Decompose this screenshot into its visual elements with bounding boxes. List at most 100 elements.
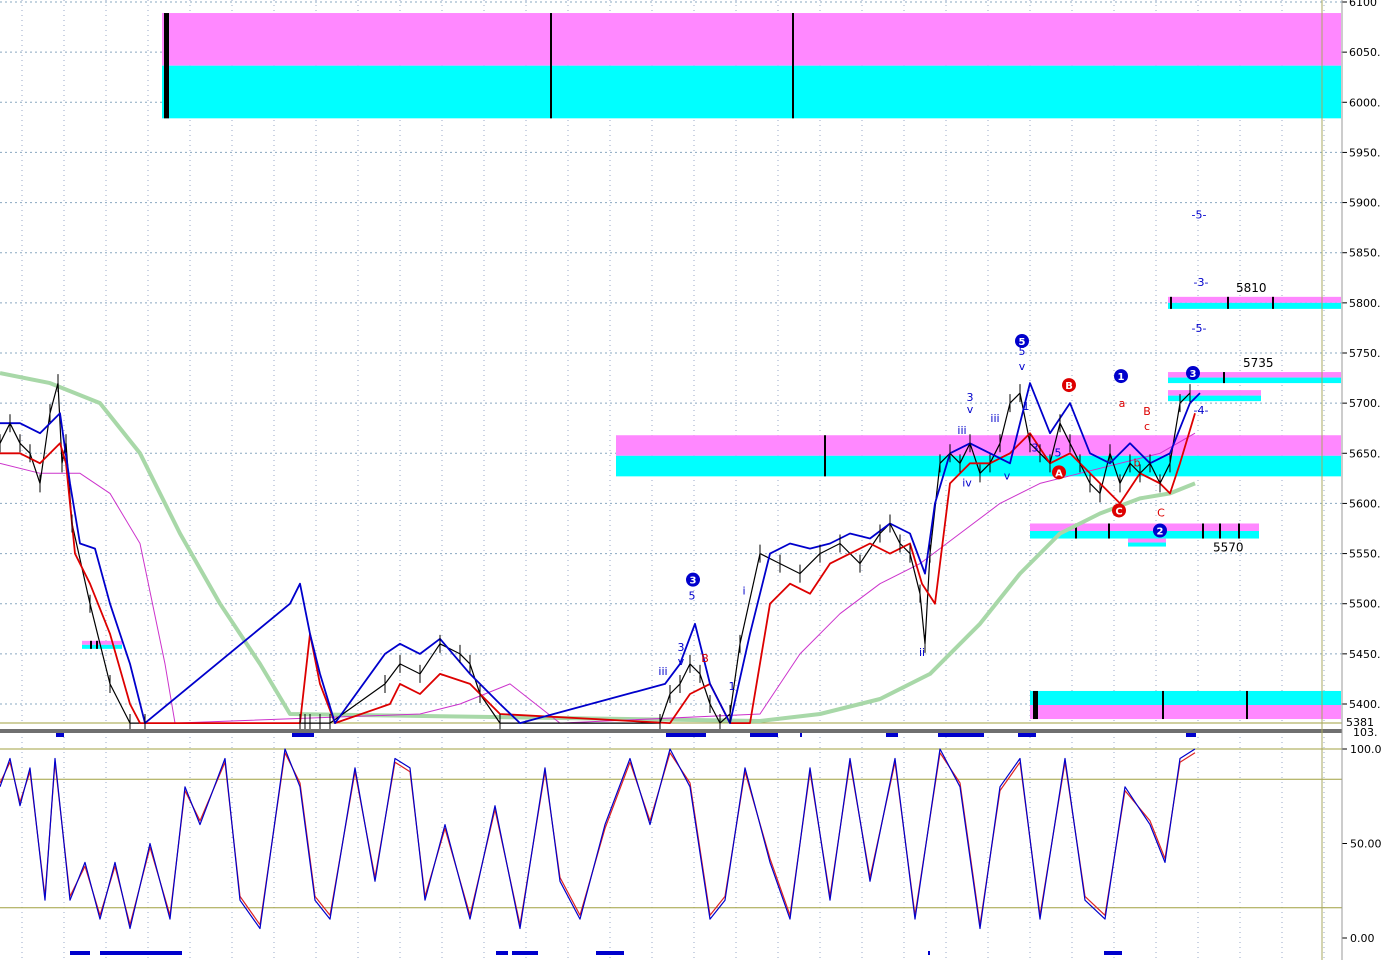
zone-cyan: [616, 455, 1341, 477]
zone-price-label: 5810: [1236, 281, 1267, 295]
wave-label: 1: [1023, 400, 1030, 413]
wave-label: iii: [957, 424, 966, 437]
zone-tick: [1219, 523, 1221, 539]
circled-wave-label: C: [1115, 506, 1122, 517]
wave-label: B: [1143, 405, 1151, 418]
osc-signal-mark: [928, 951, 930, 955]
trading-chart[interactable]: 581057355570 -5--5--3--4-5v3viiiiiiivv3 5…: [0, 0, 1381, 960]
wave-label: C: [1157, 506, 1165, 519]
price-axis-label: 5900.: [1349, 197, 1381, 210]
zone-cyan: [82, 644, 122, 649]
zone-magenta: [1128, 538, 1166, 543]
wave-label: iv: [962, 476, 972, 489]
osc-signal-mark: [1104, 951, 1122, 955]
wave-label: -4-: [1194, 404, 1209, 417]
signal-mark: [886, 733, 898, 737]
zone-magenta: [1168, 296, 1341, 303]
zone-magenta: [82, 640, 122, 645]
zone-tick: [1162, 690, 1164, 720]
price-axis-label: 5850.: [1349, 247, 1381, 260]
zone-tick: [1108, 523, 1110, 539]
zone-tick: [792, 13, 794, 119]
zone-magenta: [162, 13, 1341, 66]
zone-tick: [1033, 690, 1038, 720]
osc-signal-mark: [70, 951, 90, 955]
wave-label: b: [1134, 456, 1141, 469]
zone-tick: [1238, 523, 1240, 539]
zone-tick: [164, 13, 169, 119]
circled-wave-label: 5: [1019, 337, 1026, 348]
signal-mark: [1186, 733, 1196, 737]
zone-tick: [1272, 296, 1274, 309]
price-axis-label: 5400.: [1349, 698, 1381, 711]
zone-price-label: 5570: [1213, 541, 1244, 555]
wave-label: 5: [1055, 446, 1062, 459]
zone-cyan: [1128, 542, 1166, 547]
osc-axis-label: 100.0: [1350, 743, 1381, 756]
wave-label: iii: [990, 412, 999, 425]
price-axis-label: 5500.: [1349, 598, 1381, 611]
zone-magenta: [1030, 705, 1341, 720]
wave-label: v: [1004, 469, 1011, 482]
circled-wave-label: 3: [690, 576, 697, 587]
zone-magenta: [616, 435, 1341, 456]
circled-wave-label: A: [1055, 468, 1063, 479]
zone-tick: [90, 640, 92, 649]
price-axis-label: 5700.: [1349, 397, 1381, 410]
osc-axis-label: 50.00: [1350, 838, 1381, 851]
wave-label: B: [701, 652, 709, 665]
osc-axis-label: 0.00: [1350, 932, 1375, 945]
price-axis-label: 5600.: [1349, 497, 1381, 510]
circled-wave-label: 2: [1157, 527, 1164, 538]
wave-label: -5-: [1192, 322, 1207, 335]
signal-mark: [292, 733, 314, 737]
price-axis-label: 5650.: [1349, 447, 1381, 460]
osc-signal-mark: [512, 951, 538, 955]
wave-label: 1: [729, 680, 736, 693]
zone-price-label: 5735: [1243, 356, 1274, 370]
zone-tick: [96, 640, 98, 649]
zone-tick: [1227, 296, 1229, 309]
zone-tick: [1246, 690, 1248, 720]
wave-label: -3-: [1194, 276, 1209, 289]
signal-mark: [666, 733, 706, 737]
price-axis-label: 6100: [1349, 0, 1377, 9]
price-axis-label: 6050.: [1349, 46, 1381, 59]
zone-cyan: [1030, 690, 1341, 706]
zone-tick: [1223, 372, 1225, 384]
osc-top-value-label: 103.: [1353, 726, 1378, 739]
wave-label: 5: [689, 590, 696, 603]
wave-label: iii: [658, 665, 667, 678]
price-axis-label: 6000.: [1349, 96, 1381, 109]
signal-mark: [750, 733, 778, 737]
circled-wave-label: B: [1065, 381, 1073, 392]
osc-signal-mark: [596, 951, 624, 955]
wave-label: a: [1119, 397, 1126, 410]
wave-label: i: [742, 585, 745, 598]
osc-signal-mark: [496, 951, 508, 955]
zone-magenta: [1168, 390, 1261, 396]
price-axis-label: 5750.: [1349, 347, 1381, 360]
circled-wave-label: 3: [1190, 369, 1197, 380]
panel-separator[interactable]: [0, 729, 1342, 733]
zone-tick: [550, 13, 552, 119]
signal-mark: [800, 733, 802, 737]
signal-mark: [1018, 733, 1036, 737]
price-axis-label: 5450.: [1349, 648, 1381, 661]
wave-label: ii: [919, 646, 925, 659]
price-axis-label: 5800.: [1349, 297, 1381, 310]
wave-label: 3: [678, 641, 685, 654]
circled-wave-label: 1: [1118, 372, 1125, 383]
wave-label: v: [678, 655, 685, 668]
wave-label: c: [1144, 420, 1150, 433]
zone-tick: [824, 435, 826, 477]
osc-signal-mark: [100, 951, 182, 955]
wave-label: v: [967, 403, 974, 416]
price-axis-label: 5550.: [1349, 548, 1381, 561]
wave-label: -5-: [1192, 209, 1207, 222]
signal-mark: [938, 733, 984, 737]
zone-tick: [1202, 523, 1204, 539]
zone-cyan: [162, 65, 1341, 119]
zone-cyan: [1168, 302, 1341, 309]
wave-label: 3: [1032, 441, 1039, 454]
